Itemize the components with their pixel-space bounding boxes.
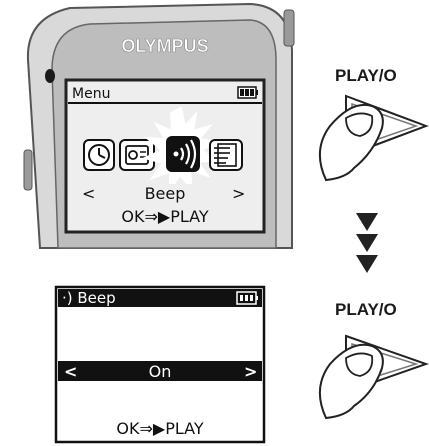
nav-left-arrow: < [82, 184, 95, 203]
finger-press-bottom [319, 334, 429, 420]
detail-hint: OK⇒▶PLAY [116, 419, 203, 438]
finger-press-top [319, 94, 429, 182]
down-arrow-icon [356, 234, 378, 252]
clock-icon [83, 139, 115, 171]
device-screen: Menu < Beep > OK⇒▶PLAY [64, 78, 266, 234]
brand-logo: OLYMPUS [121, 36, 208, 56]
screen-title: Menu [72, 86, 110, 102]
battery-icon [236, 291, 258, 305]
step-label-top: PLAY/O [335, 66, 397, 85]
beep-detail-screen: ·) Beep < On > OK⇒▶PLAY [54, 285, 266, 444]
detail-nav-right: > [244, 362, 257, 381]
step-down-arrows [356, 213, 378, 273]
voice-recorder-device: OLYMPUS Menu < Beep > OK⇒▶PLAY [23, 2, 295, 249]
led-indicator [45, 69, 55, 83]
down-arrow-icon [356, 255, 378, 273]
step-label-bottom: PLAY/O [335, 300, 397, 319]
detail-title: ·) Beep [62, 289, 116, 307]
detail-value: On [149, 362, 172, 381]
screen-hint: OK⇒▶PLAY [121, 207, 208, 226]
file-settings-icon [209, 139, 243, 171]
detail-nav-left: < [64, 362, 77, 381]
nav-right-arrow: > [232, 184, 245, 203]
recording-settings-icon [119, 139, 155, 171]
selected-item-label: Beep [145, 184, 186, 203]
down-arrow-icon [356, 213, 378, 231]
finger-icon [319, 104, 384, 182]
battery-icon [237, 86, 258, 99]
finger-icon [319, 343, 384, 420]
